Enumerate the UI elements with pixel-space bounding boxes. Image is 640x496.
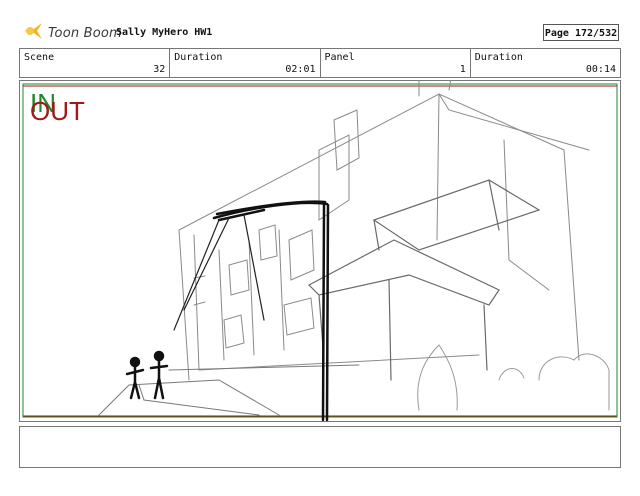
scene-value: 32 — [153, 64, 166, 75]
toon-boom-star-icon — [22, 21, 44, 45]
scene-info-table: Scene 32 Duration 02:01 Panel 1 Duration… — [19, 48, 621, 78]
page-number: Page 172/532 — [543, 24, 619, 41]
storyboard-sketch — [22, 80, 618, 422]
toon-boom-logo: Toon Boom — [22, 22, 122, 44]
scene-label: Scene — [24, 52, 55, 63]
logo-text: Toon Boom — [48, 25, 122, 41]
panel-duration-value: 00:14 — [585, 64, 616, 75]
panel-notes-box[interactable] — [19, 426, 621, 468]
panel-duration-cell: Duration 00:14 — [471, 49, 620, 77]
panel-value: 1 — [459, 64, 466, 75]
panel-label: Panel — [324, 52, 355, 63]
scene-duration-value: 02:01 — [285, 64, 316, 75]
scene-duration-cell: Duration 02:01 — [170, 49, 321, 77]
scene-duration-label: Duration — [174, 52, 223, 63]
scene-cell: Scene 32 — [20, 49, 171, 77]
out-marker: OUT — [30, 96, 85, 126]
panel-duration-label: Duration — [474, 52, 523, 63]
panel-cell: Panel 1 — [321, 49, 471, 77]
project-title: Sally MyHero HW1 — [116, 27, 213, 38]
